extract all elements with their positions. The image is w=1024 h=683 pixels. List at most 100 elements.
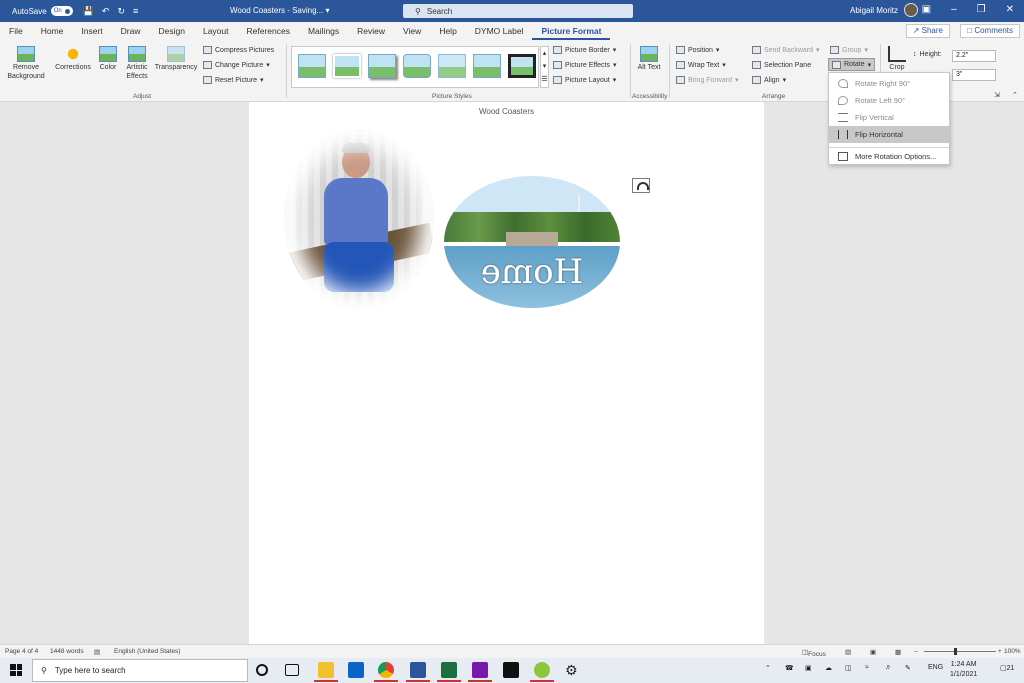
word-icon[interactable] bbox=[406, 662, 430, 682]
clock[interactable]: 1:24 AM 1/1/2021 bbox=[950, 660, 977, 680]
crop-button[interactable]: Crop bbox=[886, 46, 908, 73]
picture-border-button[interactable]: Picture Border ▾ bbox=[553, 46, 616, 54]
page-header[interactable]: Wood Coasters bbox=[249, 107, 764, 116]
windows-start-icon[interactable] bbox=[10, 664, 22, 676]
transparency-button[interactable]: Transparency bbox=[154, 46, 198, 73]
zoom-slider-handle[interactable] bbox=[954, 648, 957, 655]
width-field[interactable]: 3" bbox=[952, 69, 996, 81]
zoom-in-icon[interactable]: + bbox=[998, 648, 1002, 655]
picture-styles-gallery[interactable] bbox=[291, 46, 539, 88]
remove-background-button[interactable]: Remove Background bbox=[4, 46, 48, 81]
tab-view[interactable]: View bbox=[394, 22, 430, 40]
zoom-out-icon[interactable]: – bbox=[914, 648, 918, 655]
wrap-text-button[interactable]: Wrap Text ▾ bbox=[676, 61, 726, 69]
cortana-icon[interactable] bbox=[256, 664, 268, 676]
rotate-button[interactable]: Rotate ▾ bbox=[828, 58, 876, 71]
document-page[interactable]: Wood Coasters Home bbox=[249, 102, 764, 644]
zoom-level[interactable]: 100% bbox=[1004, 648, 1021, 655]
selection-pane-button[interactable]: Selection Pane bbox=[752, 61, 811, 69]
redo-icon[interactable]: ↻ bbox=[117, 6, 125, 17]
color-button[interactable]: Color bbox=[96, 46, 120, 73]
picture-style-6[interactable] bbox=[473, 54, 501, 78]
notification-icon[interactable]: ▢21 bbox=[1000, 664, 1014, 672]
mail-icon[interactable] bbox=[348, 662, 364, 678]
group-button[interactable]: Group ▾ bbox=[830, 46, 868, 54]
network-icon[interactable]: ◫ bbox=[845, 664, 852, 672]
read-mode-icon[interactable]: ▤ bbox=[845, 648, 851, 656]
wifi-icon[interactable]: ≈ bbox=[865, 664, 869, 671]
reset-picture-button[interactable]: Reset Picture ▾ bbox=[203, 76, 264, 84]
height-field[interactable]: 2.2" bbox=[952, 50, 996, 62]
collapse-ribbon-icon[interactable]: ⌃ bbox=[1012, 92, 1018, 101]
tab-mailings[interactable]: Mailings bbox=[299, 22, 348, 40]
picture-style-2[interactable] bbox=[333, 54, 361, 78]
send-backward-button[interactable]: Send Backward ▾ bbox=[752, 46, 820, 54]
user-name[interactable]: Abigail Moritz bbox=[850, 6, 898, 15]
picture-style-5[interactable] bbox=[438, 54, 466, 78]
tab-dymo-label[interactable]: DYMO Label bbox=[466, 22, 533, 40]
tab-home[interactable]: Home bbox=[32, 22, 73, 40]
maximize-icon[interactable]: ❐ bbox=[977, 4, 986, 15]
search-box[interactable]: ⚲ Search bbox=[403, 4, 633, 18]
excel-icon[interactable] bbox=[437, 662, 461, 682]
alt-text-button[interactable]: Alt Text bbox=[636, 46, 662, 73]
meet-icon[interactable]: ☎ bbox=[785, 664, 794, 672]
tab-references[interactable]: References bbox=[238, 22, 299, 40]
netflix-icon[interactable] bbox=[503, 662, 519, 678]
battery-icon[interactable]: ▣ bbox=[805, 664, 812, 672]
task-view-icon[interactable] bbox=[285, 664, 299, 676]
volume-icon[interactable]: ♬ bbox=[885, 664, 892, 671]
photo-man-on-log[interactable] bbox=[284, 130, 434, 308]
picture-style-7[interactable] bbox=[508, 54, 536, 78]
tab-insert[interactable]: Insert bbox=[72, 22, 111, 40]
focus-button[interactable]: ◫ Focus bbox=[802, 648, 826, 658]
language[interactable]: English (United States) bbox=[114, 648, 180, 655]
tab-picture-format[interactable]: Picture Format bbox=[532, 22, 611, 40]
print-layout-icon[interactable]: ▣ bbox=[870, 648, 876, 656]
picture-style-1[interactable] bbox=[298, 54, 326, 78]
picture-style-4[interactable] bbox=[403, 54, 431, 78]
tab-design[interactable]: Design bbox=[150, 22, 194, 40]
size-dialog-launcher-icon[interactable]: ⇲ bbox=[994, 92, 1000, 101]
page-count[interactable]: Page 4 of 4 bbox=[5, 648, 38, 655]
photo-home-lake[interactable]: Home bbox=[444, 176, 620, 308]
gallery-scroll[interactable]: ▴ ▾ ☰ bbox=[540, 46, 549, 88]
position-button[interactable]: Position ▾ bbox=[676, 46, 719, 54]
save-icon[interactable]: 💾 bbox=[83, 6, 94, 17]
ribbon-display-icon[interactable]: ▣ bbox=[922, 4, 931, 15]
tab-help[interactable]: Help bbox=[430, 22, 465, 40]
menu-item-flip-vertical[interactable]: Flip Vertical bbox=[829, 109, 949, 126]
picture-style-3[interactable] bbox=[368, 54, 396, 78]
taskbar-search[interactable]: ⚲ Type here to search bbox=[32, 659, 248, 682]
word-count[interactable]: 1448 words bbox=[50, 648, 84, 655]
picture-layout-button[interactable]: Picture Layout ▾ bbox=[553, 76, 616, 84]
tab-draw[interactable]: Draw bbox=[112, 22, 150, 40]
menu-item-rotate-right[interactable]: Rotate Right 90° bbox=[829, 75, 949, 92]
close-icon[interactable]: ✕ bbox=[1006, 4, 1014, 15]
corrections-button[interactable]: Corrections bbox=[52, 46, 94, 73]
pen-icon[interactable]: ✎ bbox=[905, 664, 911, 672]
tab-review[interactable]: Review bbox=[348, 22, 394, 40]
chrome-icon[interactable] bbox=[374, 662, 398, 682]
compress-pictures-button[interactable]: Compress Pictures bbox=[203, 46, 274, 54]
undo-icon[interactable]: ↶ bbox=[102, 6, 110, 17]
user-avatar[interactable] bbox=[904, 3, 918, 17]
tab-layout[interactable]: Layout bbox=[194, 22, 238, 40]
autosave-toggle[interactable]: On bbox=[50, 6, 73, 16]
app-icon[interactable] bbox=[530, 662, 554, 682]
web-layout-icon[interactable]: ▩ bbox=[895, 648, 901, 656]
menu-item-flip-horizontal[interactable]: Flip Horizontal bbox=[829, 126, 949, 143]
layout-options-icon[interactable] bbox=[632, 178, 650, 193]
input-language[interactable]: ENG bbox=[928, 664, 943, 671]
settings-icon[interactable]: ⚙ bbox=[565, 662, 581, 678]
menu-item-rotate-left[interactable]: Rotate Left 90° bbox=[829, 92, 949, 109]
file-explorer-icon[interactable] bbox=[314, 662, 338, 682]
share-button[interactable]: ↗ Share bbox=[905, 24, 950, 38]
bring-forward-button[interactable]: Bring Forward ▾ bbox=[676, 76, 738, 84]
artistic-effects-button[interactable]: Artistic Effects bbox=[121, 46, 153, 81]
change-picture-button[interactable]: Change Picture ▾ bbox=[203, 61, 270, 69]
tab-file[interactable]: File bbox=[0, 22, 32, 40]
zoom-slider[interactable] bbox=[924, 651, 996, 652]
comments-button[interactable]: □ Comments bbox=[960, 24, 1020, 38]
picture-effects-button[interactable]: Picture Effects ▾ bbox=[553, 61, 617, 69]
